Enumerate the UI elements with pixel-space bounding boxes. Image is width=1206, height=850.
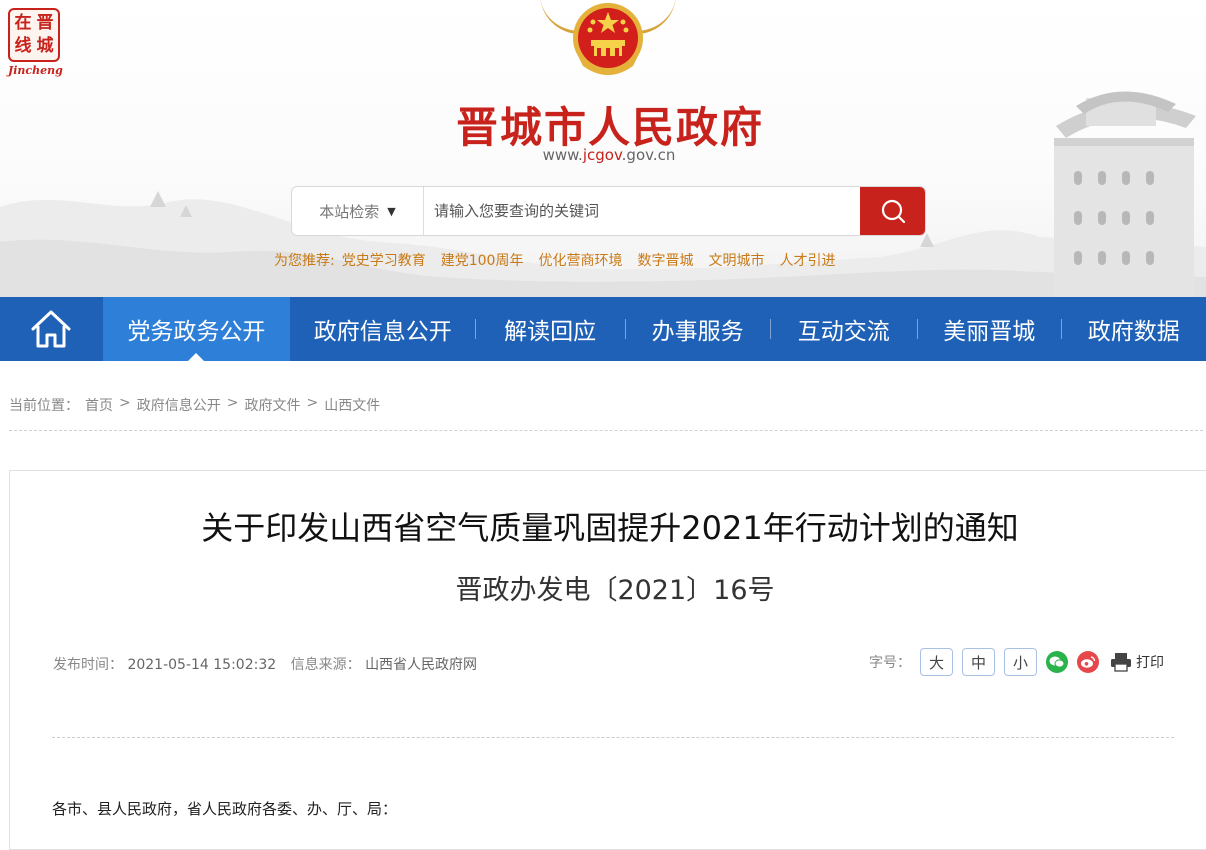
nav-item-interpretation[interactable]: 解读回应	[475, 297, 625, 361]
article-title: 关于印发山西省空气质量巩固提升2021年行动计划的通知	[201, 509, 1019, 547]
breadcrumb-link-home[interactable]: 首页	[85, 395, 113, 415]
search-input[interactable]	[424, 187, 860, 235]
breadcrumb-link[interactable]: 政府文件	[244, 395, 300, 415]
recommend-link[interactable]: 优化营商环境	[538, 250, 622, 270]
wechat-glyph	[1049, 656, 1065, 668]
recommend-link[interactable]: 人才引进	[779, 250, 835, 270]
nav-item-gov-info[interactable]: 政府信息公开	[290, 297, 475, 361]
recommend-link[interactable]: 文明城市	[708, 250, 764, 270]
nav-home-button[interactable]	[0, 297, 103, 361]
print-label: 打印	[1136, 655, 1164, 671]
article-meta: 发布时间： 2021-05-14 15:02:32 信息来源： 山西省人民政府网	[53, 654, 477, 674]
breadcrumb-separator: >	[226, 395, 239, 411]
site-url-suffix: .gov.cn	[621, 146, 676, 164]
printer-icon	[1111, 653, 1131, 672]
nav-item-party-affairs[interactable]: 党务政务公开	[102, 297, 291, 361]
search-button[interactable]	[860, 187, 925, 235]
logo-char: 城	[36, 36, 54, 56]
breadcrumb: 当前位置： 首页 > 政府信息公开 > 政府文件 > 山西文件	[9, 395, 380, 415]
breadcrumb-link[interactable]: 政府信息公开	[137, 395, 221, 415]
source-value: 山西省人民政府网	[365, 657, 478, 673]
logo-char: 线	[14, 36, 32, 56]
publish-label: 发布时间：	[53, 657, 123, 673]
recommend-link[interactable]: 党史学习教育	[342, 250, 426, 270]
breadcrumb-separator: >	[119, 395, 131, 411]
jincheng-logo[interactable]: 在 晋 线 城 Jincheng	[8, 8, 66, 80]
home-icon	[31, 310, 71, 348]
nav-item-interaction[interactable]: 互动交流	[770, 297, 917, 361]
weibo-glyph	[1081, 656, 1096, 668]
document-number: 晋政办发电〔2021〕16号	[455, 575, 775, 606]
print-button[interactable]: 打印	[1110, 652, 1164, 672]
nav-item-gov-data[interactable]: 政府数据	[1061, 297, 1206, 361]
logo-char: 在	[14, 13, 32, 33]
wechat-share-icon[interactable]	[1046, 651, 1068, 673]
source-label: 信息来源：	[290, 657, 361, 673]
recommend-link[interactable]: 建党100周年	[441, 250, 524, 270]
article-meta-divider	[52, 737, 1174, 738]
font-size-small-button[interactable]: 小	[1004, 648, 1037, 676]
recommend-link[interactable]: 数字晋城	[637, 250, 693, 270]
nav-item-services[interactable]: 办事服务	[624, 297, 771, 361]
site-url-domain: jcgov	[582, 146, 622, 164]
nav-item-beautiful-jincheng[interactable]: 美丽晋城	[916, 297, 1062, 361]
font-size-large-button[interactable]: 大	[920, 648, 953, 676]
article-tools: 字号： 大 中 小 打印	[869, 648, 1164, 676]
search-scope-label: 本站检索	[319, 202, 380, 221]
main-nav: 党务政务公开 政府信息公开 解读回应 办事服务 互动交流 美丽晋城 政府数据	[0, 297, 1206, 361]
logo-seal: 在 晋 线 城	[8, 8, 60, 62]
breadcrumb-link[interactable]: 山西文件	[324, 395, 380, 415]
breadcrumb-lead: 当前位置：	[9, 398, 79, 414]
breadcrumb-separator: >	[306, 395, 319, 411]
breadcrumb-divider	[9, 430, 1203, 431]
site-url-prefix: www.	[542, 146, 583, 164]
logo-char: 晋	[36, 13, 54, 33]
weibo-share-icon[interactable]	[1077, 651, 1099, 673]
dropdown-arrow-icon: ▼	[387, 204, 396, 218]
recommend-links: 为您推荐: 党史学习教育 建党100周年 优化营商环境 数字晋城 文明城市 人才…	[274, 250, 835, 270]
recommend-lead: 为您推荐:	[274, 253, 335, 269]
national-emblem-icon	[573, 3, 643, 75]
site-url: www.jcgov.gov.cn	[0, 146, 1206, 164]
article-salutation: 各市、县人民政府，省人民政府各委、办、厅、局：	[52, 800, 398, 818]
publish-time: 2021-05-14 15:02:32	[127, 657, 277, 673]
article-panel: 关于印发山西省空气质量巩固提升2021年行动计划的通知 晋政办发电〔2021〕1…	[9, 470, 1206, 850]
logo-english: Jincheng	[8, 64, 63, 77]
site-header: 在 晋 线 城 Jincheng 晋城市人民政府 www.jcgov.gov.c…	[0, 0, 1206, 297]
search-bar: 本站检索 ▼	[291, 186, 926, 236]
search-icon	[881, 199, 906, 224]
font-size-label: 字号：	[869, 655, 911, 671]
ancient-tower-illustration	[1054, 91, 1196, 297]
font-size-medium-button[interactable]: 中	[962, 648, 995, 676]
search-scope-dropdown[interactable]: 本站检索 ▼	[292, 187, 424, 235]
